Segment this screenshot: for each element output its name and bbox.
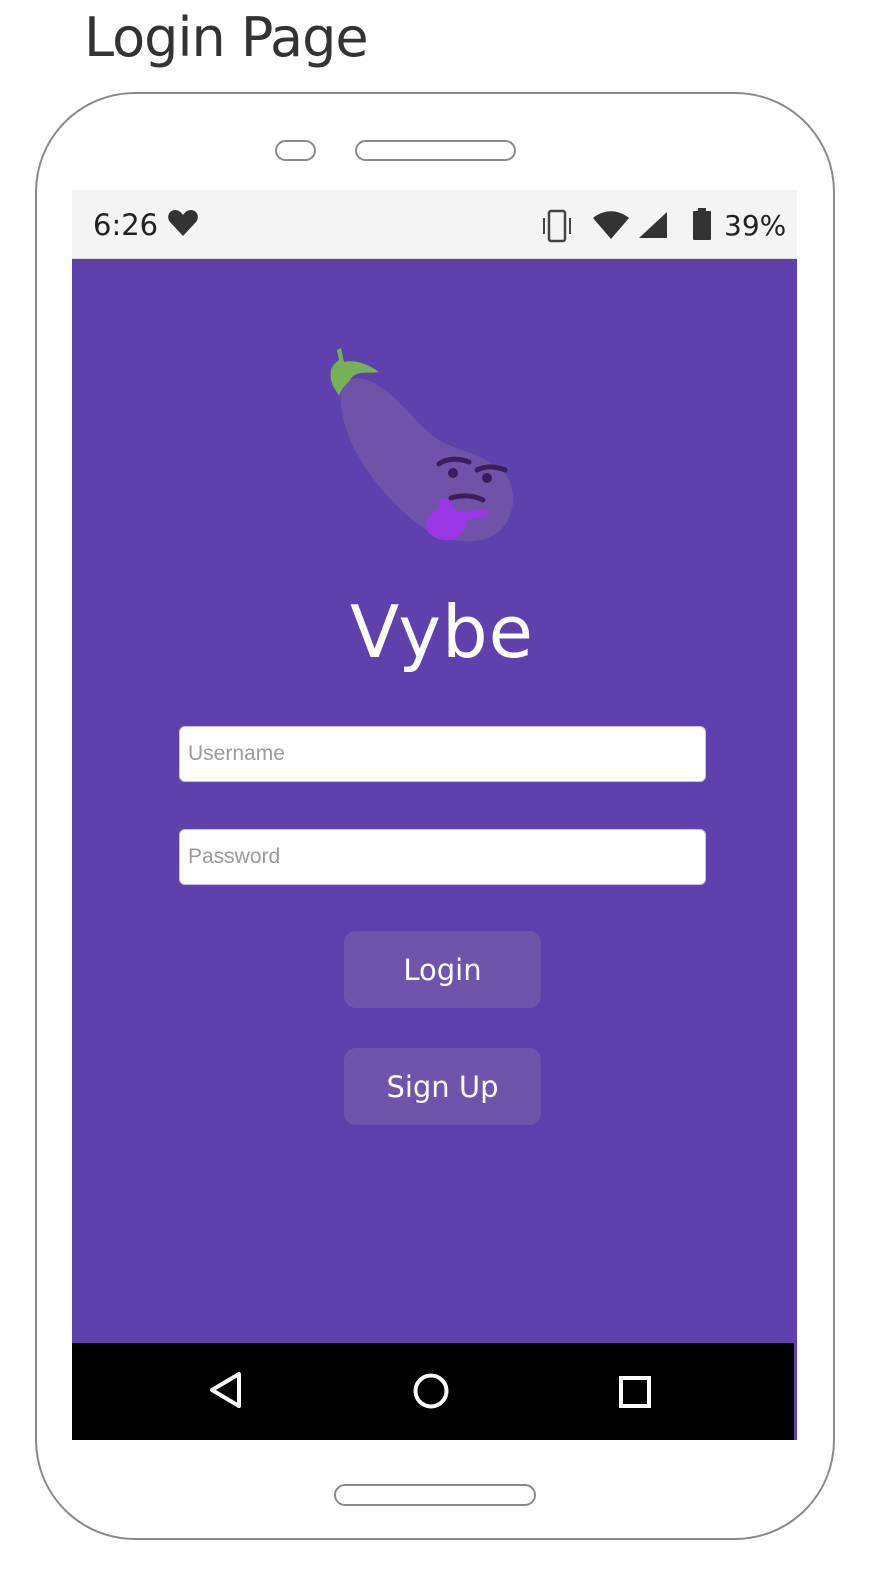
username-input[interactable] (179, 726, 706, 782)
signup-button[interactable]: Sign Up (344, 1048, 541, 1125)
status-time: 6:26 (93, 208, 159, 242)
home-icon[interactable] (412, 1372, 450, 1410)
login-button[interactable]: Login (344, 931, 541, 1008)
nav-bar (72, 1343, 794, 1440)
back-icon[interactable] (208, 1371, 244, 1409)
recents-icon[interactable] (618, 1375, 652, 1409)
app-title: Vybe (350, 590, 534, 674)
phone-screen: 6:26 39% Vybe Login Sign (72, 190, 797, 1440)
password-input[interactable] (179, 829, 706, 885)
phone-home-slot (334, 1484, 536, 1506)
battery-percent: 39% (724, 209, 787, 242)
signal-icon (639, 212, 667, 238)
page-heading: Login Page (84, 6, 369, 69)
status-bar: 6:26 39% (72, 190, 797, 259)
battery-icon (693, 208, 711, 240)
vibrate-icon (543, 209, 571, 243)
phone-earpiece (355, 140, 516, 161)
eggplant-thinking-logo (330, 348, 514, 542)
wifi-icon (593, 211, 629, 239)
phone-sensor (275, 140, 316, 161)
heart-icon (168, 210, 198, 236)
